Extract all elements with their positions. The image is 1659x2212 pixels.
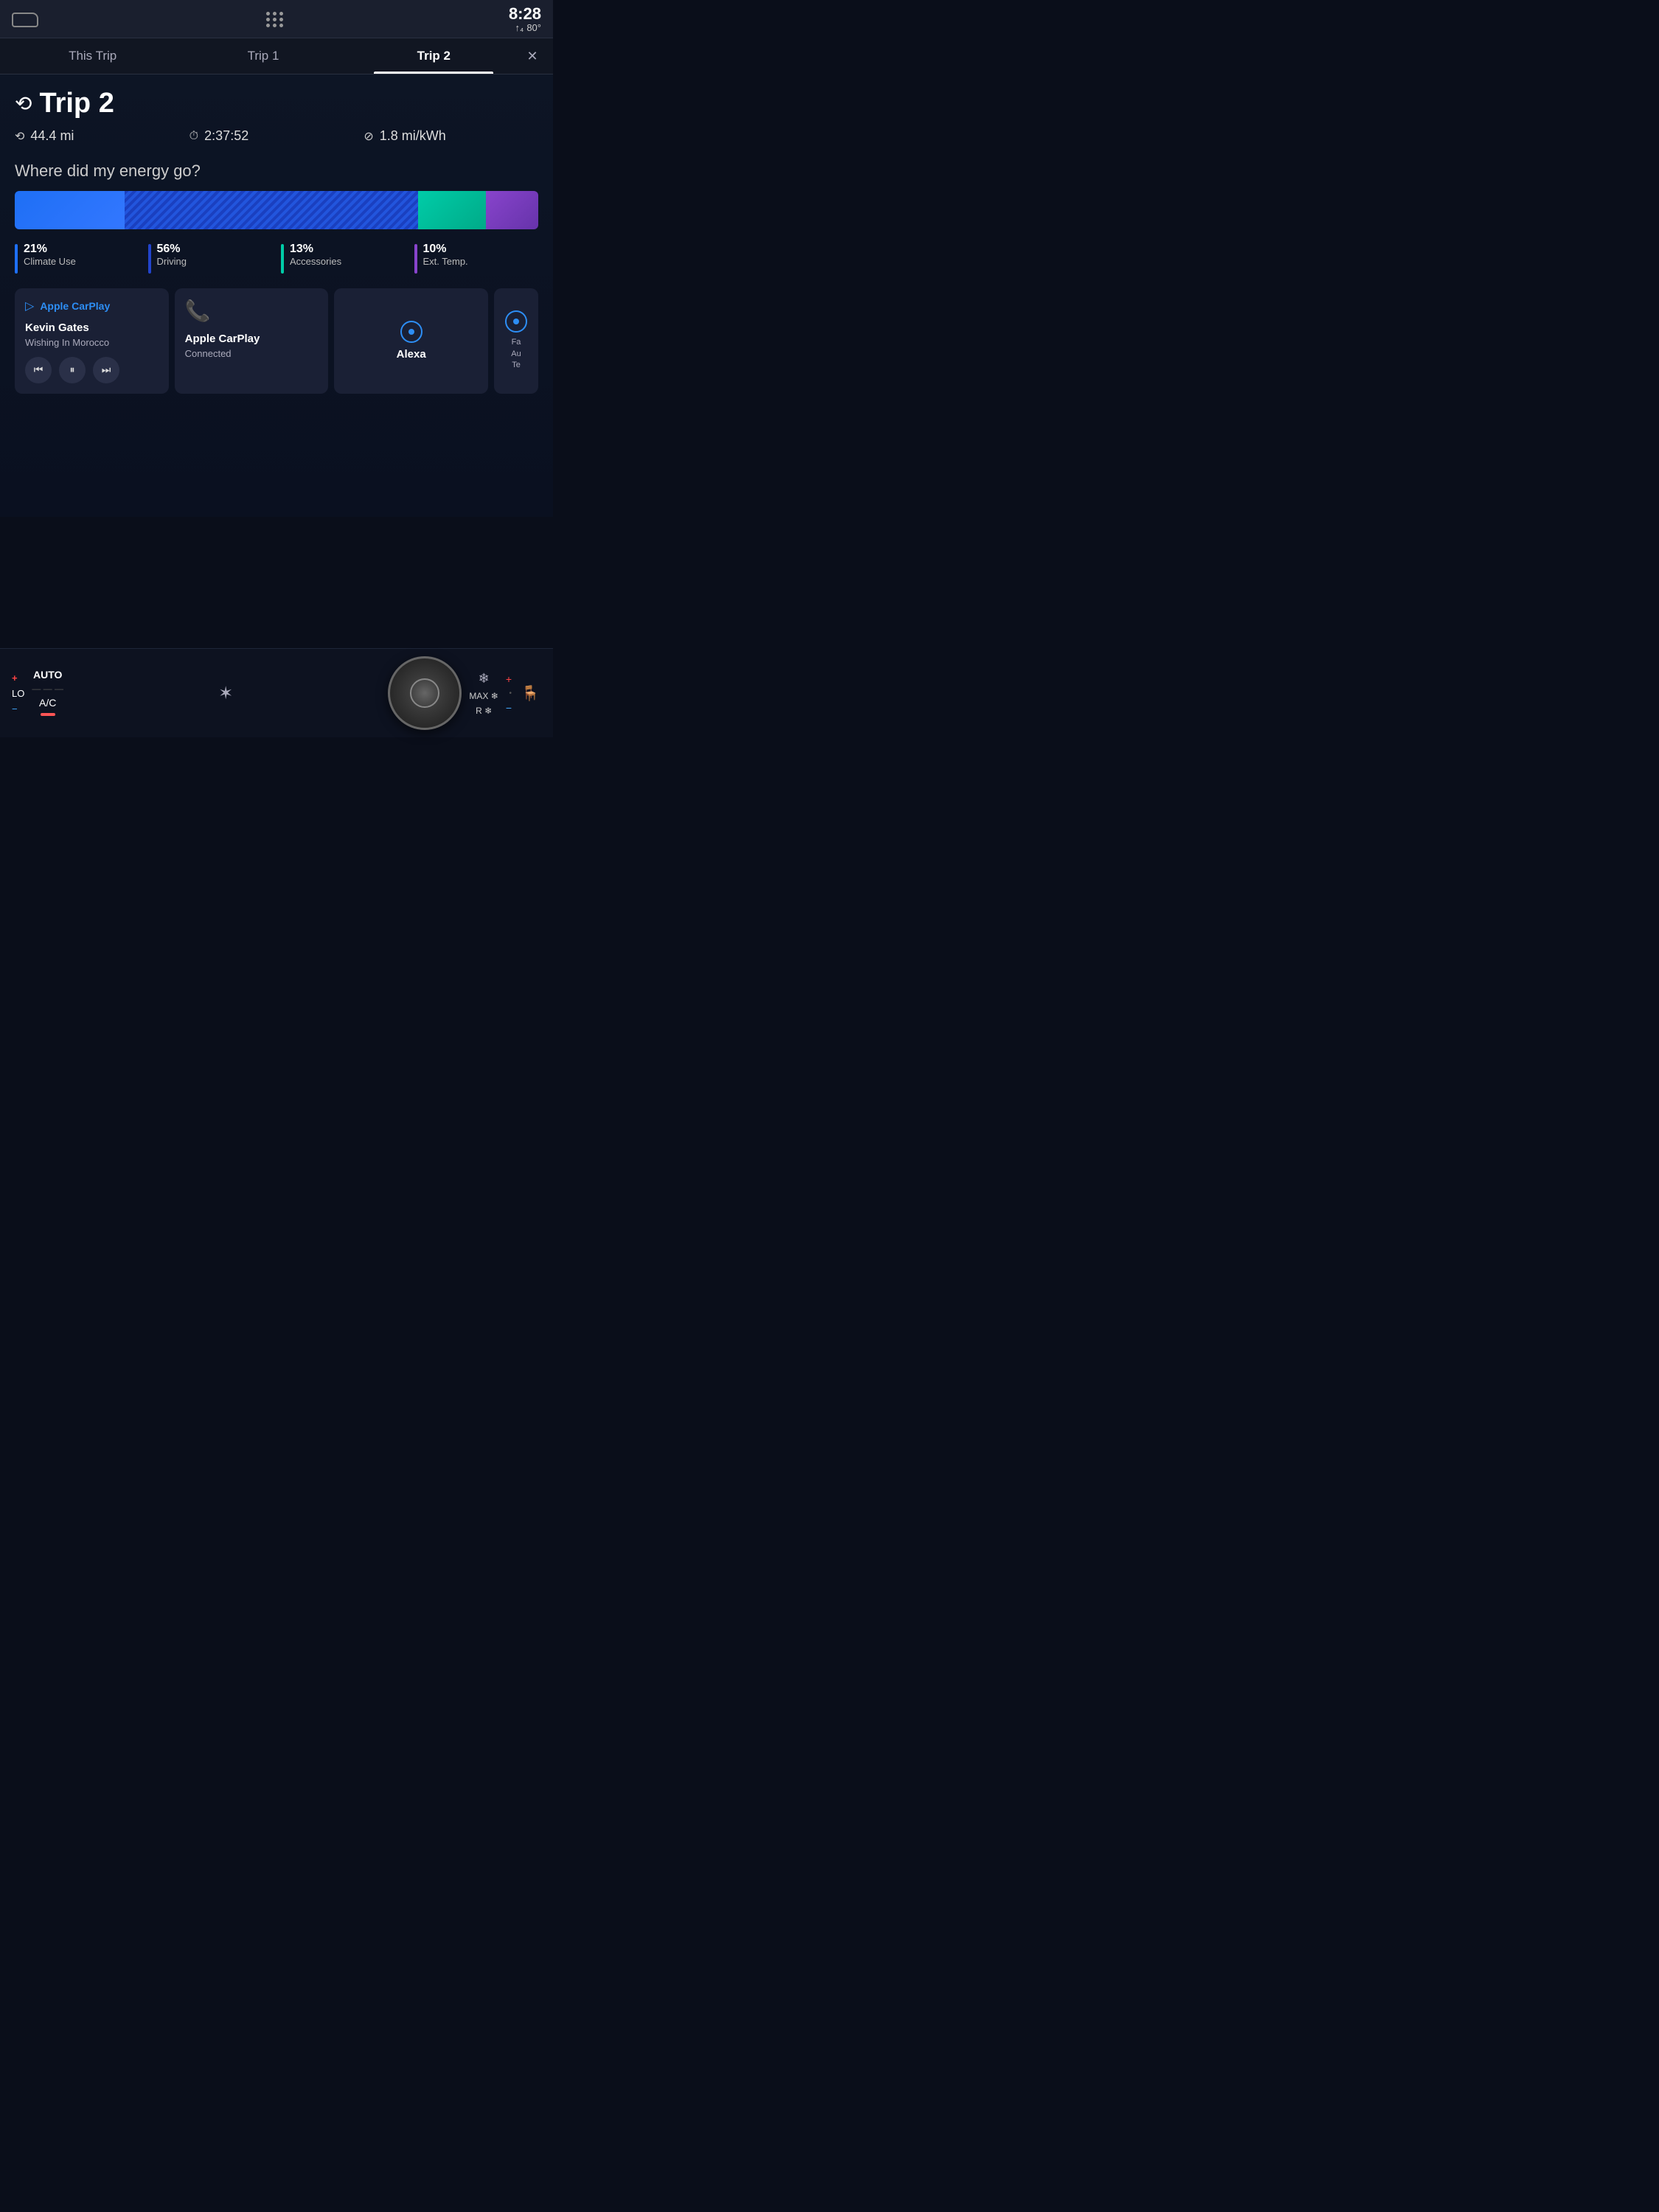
- side-card[interactable]: Fa Au Te: [494, 288, 538, 394]
- duration-value: 2:37:52: [204, 128, 248, 144]
- tab-trip1[interactable]: Trip 1: [178, 38, 348, 74]
- energy-section: Where did my energy go? 21% Climate Use …: [15, 161, 538, 274]
- status-center: [266, 12, 284, 27]
- distance-icon: ⟲: [15, 129, 24, 144]
- temp-plus-button[interactable]: +: [12, 672, 24, 684]
- side-card-icon: [505, 310, 527, 333]
- side-card-text: Fa Au Te: [511, 337, 521, 371]
- media-controls: ⏮ ⏸ ⏭: [25, 357, 159, 383]
- legend-accessories-label: Accessories: [290, 256, 341, 267]
- legend-driving-label: Driving: [157, 256, 187, 267]
- trip-route-icon: ⟲: [15, 91, 32, 116]
- pause-button[interactable]: ⏸: [59, 357, 86, 383]
- seat-icon: 🪑: [521, 684, 540, 703]
- legend-driving-percent: 56%: [157, 243, 187, 256]
- status-bar: 8:28 ↑₄ 80°: [0, 0, 553, 38]
- legend-exttemp: 10% Ext. Temp.: [414, 243, 539, 274]
- bar-exttemp: [486, 191, 538, 229]
- defrost-icon[interactable]: ❄: [479, 671, 490, 686]
- bar-accessories: [418, 191, 486, 229]
- main-content: ⟲ Trip 2 ⟲ 44.4 mi ⏱ 2:37:52 ⊘ 1.8 mi/kW…: [0, 74, 553, 517]
- efficiency-icon: ⊘: [364, 129, 373, 144]
- legend-accessories-color: [281, 244, 284, 274]
- max-defrost-label: MAX ❄: [469, 691, 498, 701]
- right-controls: ❄ MAX ❄ R ❄: [469, 671, 498, 716]
- tab-this-trip[interactable]: This Trip: [7, 38, 178, 74]
- temp-minus-button[interactable]: −: [12, 703, 24, 714]
- temp-display: ↑₄ 80°: [509, 22, 541, 33]
- carplay-title: Apple CarPlay: [40, 300, 110, 312]
- right-temp-plus[interactable]: +: [506, 673, 512, 685]
- carplay-card-header: ▷ Apple CarPlay: [25, 299, 159, 313]
- carplay-card[interactable]: ▷ Apple CarPlay Kevin Gates Wishing In M…: [15, 288, 169, 394]
- carplay-play-icon: ▷: [25, 299, 34, 313]
- energy-legend: 21% Climate Use 56% Driving 13% Accessor…: [15, 243, 538, 274]
- distance-value: 44.4 mi: [30, 128, 74, 144]
- rear-defrost-label: R ❄: [476, 706, 492, 716]
- next-button[interactable]: ⏭: [93, 357, 119, 383]
- knob-inner: [410, 678, 439, 708]
- legend-climate-percent: 21%: [24, 243, 76, 256]
- phone-carplay-label: Apple CarPlay: [185, 332, 319, 347]
- artist-name: Kevin Gates: [25, 321, 159, 335]
- trip-stats: ⟲ 44.4 mi ⏱ 2:37:52 ⊘ 1.8 mi/kWh: [15, 128, 538, 144]
- stat-distance: ⟲ 44.4 mi: [15, 128, 189, 144]
- signal-icon: ↑₄: [515, 22, 524, 33]
- legend-climate-color: [15, 244, 18, 274]
- bottom-controls: + LO − AUTO — — — A/C ✶ ❄ MAX ❄ R ❄ + • …: [0, 648, 553, 737]
- car-icon: [12, 13, 38, 27]
- phone-card[interactable]: 📞 Apple CarPlay Connected: [175, 288, 329, 394]
- alexa-icon: [400, 321, 422, 343]
- legend-exttemp-label: Ext. Temp.: [423, 256, 468, 267]
- auto-section: AUTO — — — A/C: [32, 669, 63, 717]
- bar-driving: [125, 191, 418, 229]
- legend-climate: 21% Climate Use: [15, 243, 139, 274]
- time-display: 8:28: [509, 6, 541, 22]
- legend-driving-color: [148, 244, 151, 274]
- legend-accessories-percent: 13%: [290, 243, 341, 256]
- legend-climate-label: Climate Use: [24, 256, 76, 267]
- legend-exttemp-color: [414, 244, 417, 274]
- alexa-card[interactable]: Alexa: [334, 288, 488, 394]
- close-button[interactable]: ✕: [519, 43, 546, 69]
- volume-knob[interactable]: [388, 656, 462, 730]
- alexa-label: Alexa: [397, 347, 426, 362]
- ac-label[interactable]: A/C: [39, 697, 56, 709]
- climate-left-section: + LO −: [12, 672, 24, 714]
- apps-grid-icon[interactable]: [266, 12, 284, 27]
- stat-duration: ⏱ 2:37:52: [189, 128, 364, 144]
- phone-connected-label: Connected: [185, 348, 319, 359]
- phone-icon: 📞: [185, 299, 319, 323]
- prev-button[interactable]: ⏮: [25, 357, 52, 383]
- temperature-value: 80°: [526, 22, 541, 33]
- efficiency-value: 1.8 mi/kWh: [380, 128, 446, 144]
- duration-icon: ⏱: [189, 130, 198, 143]
- legend-accessories: 13% Accessories: [281, 243, 406, 274]
- legend-exttemp-percent: 10%: [423, 243, 468, 256]
- auto-label: AUTO: [33, 669, 62, 681]
- trip-header: ⟲ Trip 2: [15, 88, 538, 119]
- temp-lo-label: LO: [12, 688, 24, 699]
- bar-climate: [15, 191, 125, 229]
- seat-icon-area: 🪑: [519, 684, 541, 703]
- song-name: Wishing In Morocco: [25, 337, 159, 348]
- tab-trip2[interactable]: Trip 2: [349, 38, 519, 74]
- stat-efficiency: ⊘ 1.8 mi/kWh: [364, 128, 538, 144]
- temp-right-section: + • −: [506, 673, 512, 714]
- legend-driving: 56% Driving: [148, 243, 273, 274]
- tab-navigation: This Trip Trip 1 Trip 2 ✕: [0, 38, 553, 74]
- energy-bar: [15, 191, 538, 229]
- trip-title: Trip 2: [39, 88, 114, 119]
- fan-icon-area: ✶: [71, 683, 380, 704]
- status-right: 8:28 ↑₄ 80°: [509, 6, 541, 33]
- fan-icon: ✶: [218, 683, 233, 704]
- right-temp-minus[interactable]: −: [506, 702, 512, 714]
- car-icon-area: [12, 10, 41, 30]
- energy-title: Where did my energy go?: [15, 161, 538, 181]
- bottom-cards: ▷ Apple CarPlay Kevin Gates Wishing In M…: [15, 288, 538, 394]
